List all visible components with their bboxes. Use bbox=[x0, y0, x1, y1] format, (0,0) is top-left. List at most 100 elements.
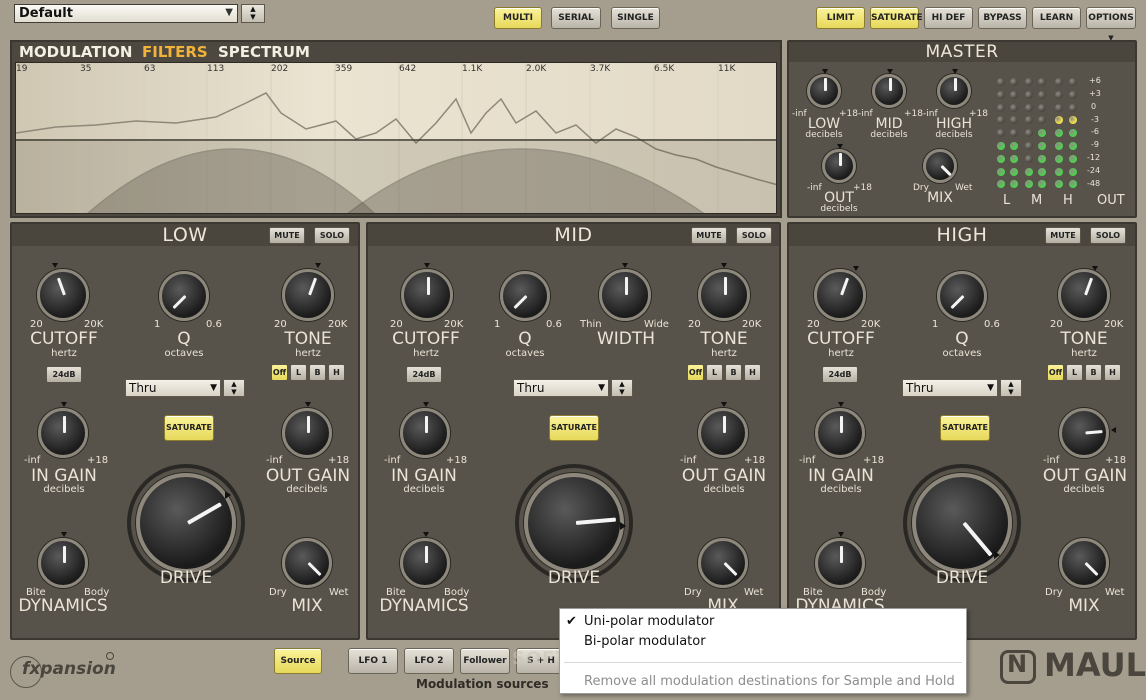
saturate-master-button[interactable]: SATURATE bbox=[870, 7, 923, 29]
master-high-unit: decibels bbox=[935, 130, 973, 140]
high-filter-type-select[interactable]: Thru ▼ bbox=[902, 379, 998, 397]
low-tone-off-button[interactable]: Off bbox=[271, 364, 288, 381]
low-tone-b-button[interactable]: B bbox=[309, 364, 326, 381]
high-tone-off-button[interactable]: Off bbox=[1047, 364, 1064, 381]
filter-curves bbox=[16, 63, 776, 213]
options-label: OPTIONS bbox=[1088, 13, 1134, 23]
high-q-label: Q bbox=[955, 329, 969, 349]
low-out-gain-knob[interactable] bbox=[282, 408, 332, 458]
mode-serial-button[interactable]: SERIAL bbox=[551, 7, 601, 29]
low-filter-type-select[interactable]: Thru ▼ bbox=[125, 379, 221, 397]
mod-follower-button[interactable]: Follower bbox=[460, 648, 510, 674]
mod-lfo2-button[interactable]: LFO 2 bbox=[404, 648, 454, 674]
menu-item-unipolar[interactable]: ✔ Uni-polar modulator bbox=[560, 612, 966, 632]
options-button[interactable]: OPTIONS ▼ bbox=[1086, 7, 1136, 42]
high-mute-button[interactable]: MUTE bbox=[1045, 227, 1081, 244]
mid-tone-h-button[interactable]: H bbox=[744, 364, 761, 381]
low-saturate-button[interactable]: SATURATE bbox=[164, 415, 214, 441]
mod-lfo1-button[interactable]: LFO 1 bbox=[348, 648, 398, 674]
mid-dynamics-knob[interactable] bbox=[400, 538, 450, 588]
mid-out-gain-knob[interactable] bbox=[698, 408, 748, 458]
high-filter-type-stepper[interactable]: ▲ ▼ bbox=[1000, 379, 1022, 397]
filter-display[interactable]: 19 35 63 113 202 359 642 1.1K 2.0K 3.7K … bbox=[15, 62, 777, 214]
master-high-knob[interactable] bbox=[937, 74, 971, 108]
mid-filter-type-select[interactable]: Thru ▼ bbox=[513, 379, 609, 397]
meter-led bbox=[1010, 129, 1018, 138]
high-slope-button[interactable]: 24dB bbox=[822, 366, 858, 383]
low-q-knob[interactable] bbox=[159, 271, 209, 321]
pointer-marker bbox=[61, 402, 67, 407]
high-q-unit: octaves bbox=[942, 348, 982, 359]
mid-saturate-button[interactable]: SATURATE bbox=[549, 415, 599, 441]
low-cutoff-knob[interactable] bbox=[37, 269, 89, 321]
tab-spectrum[interactable]: SPECTRUM bbox=[218, 43, 310, 61]
mid-q-knob[interactable] bbox=[500, 271, 550, 321]
master-low-knob[interactable] bbox=[807, 74, 841, 108]
mid-tone-l-button[interactable]: L bbox=[706, 364, 723, 381]
bypass-button[interactable]: BYPASS bbox=[978, 7, 1027, 29]
tab-modulation[interactable]: MODULATION bbox=[19, 43, 132, 61]
mod-source-button[interactable]: Source bbox=[274, 648, 322, 674]
meter-scale: -9 bbox=[1091, 140, 1099, 149]
preset-stepper[interactable]: ▲ ▼ bbox=[241, 4, 265, 23]
low-tone-h-button[interactable]: H bbox=[328, 364, 345, 381]
mode-single-button[interactable]: SINGLE bbox=[611, 7, 660, 29]
mid-drive-knob[interactable] bbox=[524, 473, 624, 573]
limit-button[interactable]: LIMIT bbox=[816, 7, 865, 29]
low-mute-button[interactable]: MUTE bbox=[269, 227, 305, 244]
meter-led bbox=[1055, 116, 1063, 125]
menu-item-remove-destinations[interactable]: Remove all modulation destinations for S… bbox=[560, 672, 966, 692]
high-out-gain-knob[interactable] bbox=[1059, 408, 1109, 458]
high-tone-h-button[interactable]: H bbox=[1104, 364, 1121, 381]
master-out-knob[interactable] bbox=[822, 149, 856, 183]
mid-solo-button[interactable]: SOLO bbox=[736, 227, 772, 244]
range-min: 1 bbox=[154, 319, 161, 330]
low-slope-button[interactable]: 24dB bbox=[46, 366, 82, 383]
master-mix-knob[interactable] bbox=[923, 149, 957, 183]
learn-button[interactable]: LEARN bbox=[1032, 7, 1081, 29]
mid-tone-knob[interactable] bbox=[698, 269, 750, 321]
low-filter-type-stepper[interactable]: ▲ ▼ bbox=[223, 379, 245, 397]
high-saturate-button[interactable]: SATURATE bbox=[940, 415, 990, 441]
menu-item-label: Remove all modulation destinations for S… bbox=[584, 674, 955, 689]
mid-filter-type-stepper[interactable]: ▲ ▼ bbox=[611, 379, 633, 397]
low-tone-knob[interactable] bbox=[282, 269, 334, 321]
low-mix-knob[interactable] bbox=[282, 538, 332, 588]
high-tone-knob[interactable] bbox=[1058, 269, 1110, 321]
pointer-marker bbox=[305, 402, 311, 407]
mid-tone-b-button[interactable]: B bbox=[725, 364, 742, 381]
pointer-marker bbox=[423, 402, 429, 407]
pointer-marker bbox=[1111, 427, 1116, 433]
mid-out-gain-unit: decibels bbox=[703, 484, 745, 495]
mid-tone-off-button[interactable]: Off bbox=[687, 364, 704, 381]
mid-in-gain-knob[interactable] bbox=[400, 408, 450, 458]
mode-multi-button[interactable]: MULTI bbox=[494, 7, 542, 29]
high-in-gain-knob[interactable] bbox=[815, 408, 865, 458]
high-tone-l-button[interactable]: L bbox=[1066, 364, 1083, 381]
menu-item-bipolar[interactable]: Bi-polar modulator bbox=[560, 632, 966, 652]
low-tone-l-button[interactable]: L bbox=[290, 364, 307, 381]
preset-select[interactable]: Default ▼ bbox=[14, 4, 238, 23]
mid-mute-button[interactable]: MUTE bbox=[691, 227, 727, 244]
low-solo-button[interactable]: SOLO bbox=[314, 227, 350, 244]
range-max: 0.6 bbox=[206, 319, 222, 330]
mid-mix-knob[interactable] bbox=[698, 538, 748, 588]
high-mix-knob[interactable] bbox=[1059, 538, 1109, 588]
mid-slope-button[interactable]: 24dB bbox=[406, 366, 442, 383]
master-mid-knob[interactable] bbox=[872, 74, 906, 108]
low-in-gain-knob[interactable] bbox=[38, 408, 88, 458]
low-drive-knob[interactable] bbox=[136, 473, 236, 573]
meter-led bbox=[1038, 103, 1046, 112]
tab-filters[interactable]: FILTERS bbox=[142, 43, 208, 61]
context-menu: ✔ Uni-polar modulator Bi-polar modulator… bbox=[559, 608, 967, 694]
high-tone-b-button[interactable]: B bbox=[1085, 364, 1102, 381]
high-solo-button[interactable]: SOLO bbox=[1090, 227, 1126, 244]
hi-def-button[interactable]: HI DEF bbox=[924, 7, 973, 29]
high-cutoff-knob[interactable] bbox=[814, 269, 866, 321]
low-dynamics-knob[interactable] bbox=[38, 538, 88, 588]
mid-width-knob[interactable] bbox=[599, 269, 651, 321]
high-q-knob[interactable] bbox=[937, 271, 987, 321]
mid-cutoff-knob[interactable] bbox=[401, 269, 453, 321]
high-dynamics-knob[interactable] bbox=[815, 538, 865, 588]
mid-cutoff-unit: hertz bbox=[413, 348, 439, 359]
